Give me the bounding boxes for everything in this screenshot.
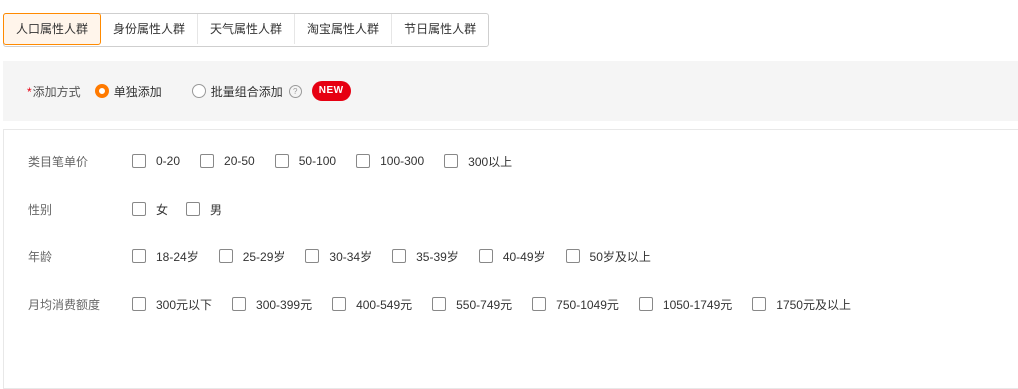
filter-row-category-price: 类目笔单价 0-20 20-50 50-100 100-300 300以上 bbox=[28, 151, 532, 171]
option-label: 1050-1749元 bbox=[662, 297, 733, 312]
radio-single-add-label: 单独添加 bbox=[113, 84, 162, 99]
option-checkbox[interactable]: 550-749元 bbox=[432, 296, 512, 313]
option-label: 30-34岁 bbox=[329, 249, 373, 264]
filter-label: 年龄 bbox=[28, 249, 53, 264]
option-checkbox[interactable]: 50-100 bbox=[274, 154, 337, 168]
checkbox-icon[interactable] bbox=[218, 249, 233, 263]
option-label: 50岁及以上 bbox=[589, 249, 651, 264]
filter-row-monthly-spend: 月均消费额度 300元以下 300-399元 400-549元 550-749元… bbox=[28, 294, 871, 314]
radio-batch-add-label: 批量组合添加 bbox=[210, 84, 283, 99]
option-checkbox[interactable]: 750-1049元 bbox=[532, 296, 619, 313]
option-label: 100-300 bbox=[380, 154, 425, 168]
option-label: 25-29岁 bbox=[242, 249, 286, 264]
required-mark: * bbox=[27, 84, 32, 99]
option-label: 0-20 bbox=[156, 154, 181, 168]
add-method-bar: *添加方式 单独添加 批量组合添加 ? NEW bbox=[3, 61, 1018, 121]
option-label: 35-39岁 bbox=[416, 249, 459, 264]
checkbox-icon[interactable] bbox=[274, 154, 289, 168]
checkbox-icon[interactable] bbox=[200, 154, 215, 168]
checkbox-icon[interactable] bbox=[532, 297, 547, 311]
option-checkbox[interactable]: 女 bbox=[132, 201, 168, 218]
option-checkbox[interactable]: 0-20 bbox=[132, 154, 180, 168]
filter-row-gender: 性别 女 男 bbox=[28, 199, 242, 219]
option-checkbox[interactable]: 100-300 bbox=[356, 154, 424, 168]
option-checkbox[interactable]: 25-29岁 bbox=[218, 248, 286, 265]
option-checkbox[interactable]: 40-49岁 bbox=[478, 248, 546, 265]
option-checkbox[interactable]: 35-39岁 bbox=[392, 248, 459, 265]
option-label: 300以上 bbox=[468, 154, 513, 169]
checkbox-icon[interactable] bbox=[332, 297, 347, 311]
option-checkbox[interactable]: 300-399元 bbox=[232, 296, 312, 313]
option-checkbox[interactable]: 50岁及以上 bbox=[565, 248, 651, 265]
tab-identity[interactable]: 身份属性人群 bbox=[101, 14, 199, 44]
filter-label: 类目笔单价 bbox=[28, 154, 89, 169]
option-label: 20-50 bbox=[224, 154, 255, 168]
option-label: 550-749元 bbox=[456, 297, 513, 312]
option-label: 400-549元 bbox=[356, 297, 413, 312]
checkbox-icon[interactable] bbox=[186, 202, 201, 216]
option-checkbox[interactable]: 男 bbox=[186, 201, 222, 218]
filter-panel: 类目笔单价 0-20 20-50 50-100 100-300 300以上 性别… bbox=[3, 129, 1018, 389]
option-checkbox[interactable]: 300元以下 bbox=[132, 296, 212, 313]
checkbox-icon[interactable] bbox=[478, 249, 493, 263]
checkbox-icon[interactable] bbox=[132, 249, 146, 263]
checkbox-icon[interactable] bbox=[752, 297, 767, 311]
tab-holiday[interactable]: 节日属性人群 bbox=[392, 14, 488, 44]
option-label: 300-399元 bbox=[256, 297, 313, 312]
option-label: 750-1049元 bbox=[556, 297, 619, 312]
checkbox-icon[interactable] bbox=[444, 154, 459, 168]
checkbox-icon[interactable] bbox=[392, 249, 407, 263]
checkbox-icon[interactable] bbox=[432, 297, 447, 311]
checkbox-icon[interactable] bbox=[132, 202, 146, 216]
checkbox-icon[interactable] bbox=[132, 154, 146, 168]
new-badge: NEW bbox=[311, 81, 351, 101]
checkbox-icon[interactable] bbox=[638, 297, 653, 311]
checkbox-icon[interactable] bbox=[232, 297, 247, 311]
crowd-type-tabs: 人口属性人群 身份属性人群 天气属性人群 淘宝属性人群 节日属性人群 bbox=[3, 13, 490, 47]
option-label: 女 bbox=[156, 202, 169, 217]
tab-weather[interactable]: 天气属性人群 bbox=[198, 14, 296, 44]
option-label: 男 bbox=[210, 202, 223, 217]
checkbox-icon[interactable] bbox=[132, 297, 146, 311]
option-checkbox[interactable]: 400-549元 bbox=[332, 296, 412, 313]
filter-label: 月均消费额度 bbox=[28, 297, 101, 312]
option-checkbox[interactable]: 1750元及以上 bbox=[752, 296, 851, 313]
checkbox-icon[interactable] bbox=[305, 249, 320, 263]
checkbox-icon[interactable] bbox=[565, 249, 580, 263]
help-icon[interactable]: ? bbox=[288, 84, 302, 98]
tab-taobao[interactable]: 淘宝属性人群 bbox=[295, 14, 393, 44]
option-checkbox[interactable]: 300以上 bbox=[444, 153, 512, 170]
filter-label: 性别 bbox=[28, 202, 53, 217]
checkbox-icon[interactable] bbox=[356, 154, 371, 168]
filter-row-age: 年龄 18-24岁 25-29岁 30-34岁 35-39岁 40-49岁 50… bbox=[28, 246, 671, 266]
radio-single-add[interactable]: 单独添加 bbox=[94, 83, 162, 100]
option-checkbox[interactable]: 18-24岁 bbox=[132, 248, 199, 265]
option-label: 40-49岁 bbox=[502, 249, 546, 264]
option-label: 1750元及以上 bbox=[776, 297, 851, 312]
radio-batch-add[interactable]: 批量组合添加 ? NEW bbox=[191, 81, 351, 101]
option-label: 300元以下 bbox=[156, 297, 213, 312]
radio-checked-icon[interactable] bbox=[94, 84, 109, 98]
option-checkbox[interactable]: 1050-1749元 bbox=[638, 296, 733, 313]
add-method-label: *添加方式 bbox=[27, 83, 81, 100]
add-method-label-text: 添加方式 bbox=[32, 84, 81, 99]
option-label: 18-24岁 bbox=[156, 249, 199, 264]
option-checkbox[interactable]: 20-50 bbox=[200, 154, 255, 168]
radio-unchecked-icon[interactable] bbox=[191, 84, 206, 98]
option-label: 50-100 bbox=[298, 154, 337, 168]
option-checkbox[interactable]: 30-34岁 bbox=[305, 248, 372, 265]
tab-population[interactable]: 人口属性人群 bbox=[3, 13, 102, 45]
